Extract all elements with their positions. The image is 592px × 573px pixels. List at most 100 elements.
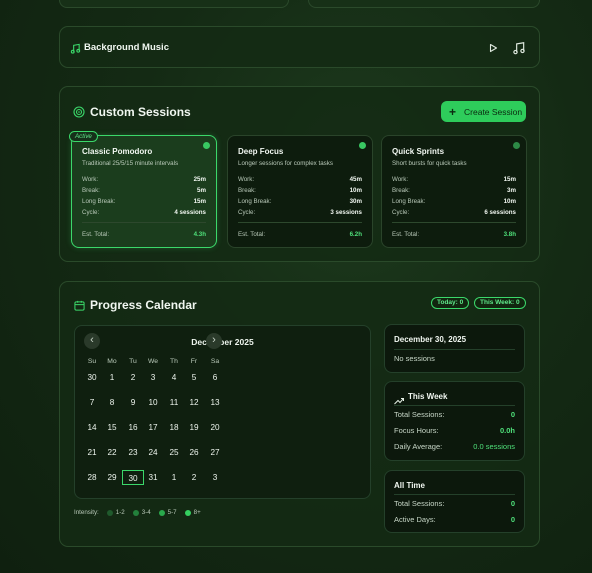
status-dot bbox=[359, 142, 366, 149]
work-row: Work: 45m bbox=[238, 176, 362, 183]
calendar-day[interactable]: 11 bbox=[164, 395, 184, 410]
weekday-label: Su bbox=[87, 358, 97, 365]
break-row: Break: 3m bbox=[392, 187, 516, 194]
total-row: Est. Total: 6.2h bbox=[238, 231, 362, 238]
session-description: Longer sessions for complex tasks bbox=[238, 160, 333, 167]
intensity-level: 5-7 bbox=[158, 509, 177, 516]
calendar-day[interactable]: 28 bbox=[82, 470, 102, 485]
weekday-label: Fr bbox=[190, 358, 198, 365]
calendar-day[interactable]: 16 bbox=[123, 420, 143, 435]
calendar-day[interactable]: 19 bbox=[184, 420, 204, 435]
calendar-day[interactable]: 26 bbox=[184, 445, 204, 460]
calendar: ‹ December 2025 › Su Mo Tu We Th Fr Sa 30 1 2 3 4 5… bbox=[74, 325, 371, 499]
long-break-row: Long Break: 10m bbox=[392, 198, 516, 205]
all-time-title: All Time bbox=[394, 481, 425, 490]
music-select-button[interactable] bbox=[512, 41, 526, 55]
work-row: Work: 15m bbox=[392, 176, 516, 183]
calendar-day[interactable]: 8 bbox=[102, 395, 122, 410]
long-break-row: Long Break: 30m bbox=[238, 198, 362, 205]
calendar-day[interactable]: 3 bbox=[205, 470, 225, 485]
divider bbox=[82, 222, 206, 223]
calendar-day[interactable]: 25 bbox=[164, 445, 184, 460]
calendar-day[interactable]: 6 bbox=[205, 370, 225, 385]
calendar-day[interactable]: 12 bbox=[184, 395, 204, 410]
calendar-day[interactable]: 27 bbox=[205, 445, 225, 460]
plus-icon: + bbox=[449, 104, 457, 119]
calendar-day[interactable]: 31 bbox=[143, 470, 163, 485]
total-row: Est. Total: 4.3h bbox=[82, 231, 206, 238]
selected-date: December 30, 2025 bbox=[394, 335, 467, 344]
weekday-label: We bbox=[147, 358, 159, 365]
total-row: Est. Total: 3.8h bbox=[392, 231, 516, 238]
calendar-day[interactable]: 29 bbox=[102, 470, 122, 485]
background-music-card: Background Music bbox=[59, 26, 540, 68]
status-dot bbox=[513, 142, 520, 149]
intensity-legend: Intensity: 1-2 3-4 5-7 8+ bbox=[74, 509, 201, 516]
progress-calendar-card: Progress Calendar Today: 0 This Week: 0 … bbox=[59, 281, 540, 547]
divider bbox=[394, 349, 515, 350]
calendar-day[interactable]: 7 bbox=[82, 395, 102, 410]
calendar-day[interactable]: 23 bbox=[123, 445, 143, 460]
calendar-day[interactable]: 1 bbox=[164, 470, 184, 485]
background-music-title: Background Music bbox=[84, 42, 169, 53]
weekday-label: Th bbox=[170, 358, 178, 365]
cycle-row: Cycle: 4 sessions bbox=[82, 209, 206, 216]
cycle-row: Cycle: 3 sessions bbox=[238, 209, 362, 216]
calendar-day[interactable]: 2 bbox=[184, 470, 204, 485]
total-sessions-row: Total Sessions: 0 bbox=[394, 410, 515, 419]
today-badge: Today: 0 bbox=[431, 297, 470, 309]
trending-up-icon bbox=[394, 392, 404, 410]
intensity-label: Intensity: bbox=[74, 509, 99, 516]
no-sessions-text: No sessions bbox=[394, 354, 435, 363]
break-row: Break: 5m bbox=[82, 187, 206, 194]
intensity-level: 8+ bbox=[184, 509, 201, 516]
calendar-day[interactable]: 13 bbox=[205, 395, 225, 410]
target-icon bbox=[73, 105, 85, 123]
calendar-day[interactable]: 18 bbox=[164, 420, 184, 435]
intensity-level: 3-4 bbox=[132, 509, 151, 516]
custom-sessions-title: Custom Sessions bbox=[90, 105, 191, 119]
session-card-classic-pomodoro[interactable]: Classic Pomodoro Traditional 25/5/15 min… bbox=[71, 135, 217, 248]
calendar-day[interactable]: 14 bbox=[82, 420, 102, 435]
play-button[interactable] bbox=[486, 41, 500, 55]
session-card-deep-focus[interactable]: Deep Focus Longer sessions for complex t… bbox=[227, 135, 373, 248]
month-label: December 2025 bbox=[191, 337, 254, 347]
calendar-day[interactable]: 17 bbox=[143, 420, 163, 435]
calendar-day[interactable]: 9 bbox=[123, 395, 143, 410]
calendar-day[interactable]: 4 bbox=[164, 370, 184, 385]
total-sessions-row: Total Sessions: 0 bbox=[394, 499, 515, 508]
calendar-day[interactable]: 3 bbox=[143, 370, 163, 385]
next-month-button[interactable]: › bbox=[206, 333, 222, 349]
calendar-day[interactable]: 21 bbox=[82, 445, 102, 460]
calendar-day[interactable]: 22 bbox=[102, 445, 122, 460]
weekday-label: Mo bbox=[107, 358, 117, 365]
focus-hours-row: Focus Hours: 0.0h bbox=[394, 426, 515, 435]
calendar-day-selected[interactable]: 30 bbox=[122, 470, 144, 485]
session-card-quick-sprints[interactable]: Quick Sprints Short bursts for quick tas… bbox=[381, 135, 527, 248]
session-description: Short bursts for quick tasks bbox=[392, 160, 467, 167]
break-row: Break: 10m bbox=[238, 187, 362, 194]
session-name: Classic Pomodoro bbox=[82, 147, 153, 156]
calendar-day[interactable]: 1 bbox=[102, 370, 122, 385]
this-week-panel: This Week Total Sessions: 0 Focus Hours: 0… bbox=[384, 381, 525, 461]
all-time-panel: All Time Total Sessions: 0 Active Days: 0 bbox=[384, 470, 525, 533]
music-note-icon bbox=[70, 41, 81, 59]
active-days-row: Active Days: 0 bbox=[394, 515, 515, 524]
intensity-level: 1-2 bbox=[106, 509, 125, 516]
weekday-label: Tu bbox=[129, 358, 137, 365]
cycle-row: Cycle: 6 sessions bbox=[392, 209, 516, 216]
this-week-title: This Week bbox=[408, 392, 448, 401]
calendar-day[interactable]: 15 bbox=[102, 420, 122, 435]
divider bbox=[238, 222, 362, 223]
create-session-button[interactable]: + Create Session bbox=[441, 101, 526, 122]
divider bbox=[394, 494, 515, 495]
calendar-day[interactable]: 5 bbox=[184, 370, 204, 385]
this-week-badge: This Week: 0 bbox=[474, 297, 526, 309]
calendar-day[interactable]: 20 bbox=[205, 420, 225, 435]
calendar-day[interactable]: 30 bbox=[82, 370, 102, 385]
calendar-day[interactable]: 10 bbox=[143, 395, 163, 410]
previous-card-edge bbox=[308, 0, 540, 8]
active-badge: Active bbox=[69, 131, 98, 142]
calendar-day[interactable]: 24 bbox=[143, 445, 163, 460]
calendar-day[interactable]: 2 bbox=[123, 370, 143, 385]
